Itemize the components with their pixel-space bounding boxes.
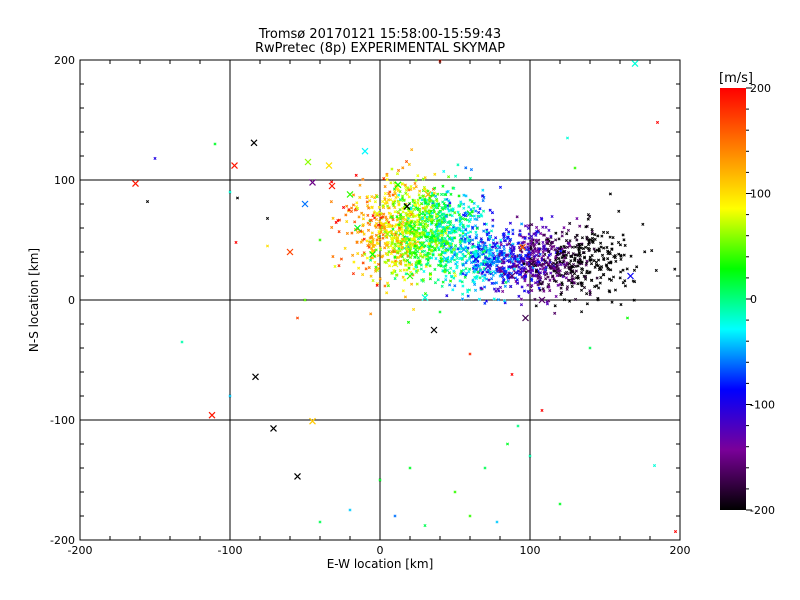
- y-axis-label: N-S location [km]: [27, 248, 41, 352]
- colorbar-tick-label: 100: [750, 188, 771, 201]
- y-tick-label: -100: [50, 414, 75, 427]
- y-tick-label: 0: [68, 294, 75, 307]
- colorbar-label: [m/s]: [719, 71, 753, 86]
- colorbar-ticks: -200 -100 0 100 200: [746, 82, 775, 517]
- x-tick-label: 100: [520, 544, 541, 557]
- y-tick-label: 100: [54, 174, 75, 187]
- y-tick-label: -200: [50, 534, 75, 547]
- chart-title: Tromsø 20170121 15:58:00-15:59:43: [258, 27, 501, 42]
- colorbar-tick-label: 0: [750, 293, 757, 306]
- plot-area: -200 -100 0 100 200 -200-1000100200: [50, 54, 690, 557]
- x-axis-label: E-W location [km]: [327, 557, 434, 571]
- skymap-chart: Tromsø 20170121 15:58:00-15:59:43 RwPret…: [27, 27, 775, 571]
- colorbar-tick-label: 200: [750, 82, 771, 95]
- x-tick-label: 200: [670, 544, 691, 557]
- colorbar-tick-label: -200: [750, 504, 775, 517]
- x-tick-label: 0: [377, 544, 384, 557]
- x-tick-label: -100: [218, 544, 243, 557]
- colorbar-gradient: [720, 88, 746, 510]
- colorbar: -200 -100 0 100 200 [m/s]: [719, 71, 775, 517]
- chart-subtitle: RwPretec (8p) EXPERIMENTAL SKYMAP: [255, 41, 505, 56]
- y-tick-label: 200: [54, 54, 75, 67]
- colorbar-tick-label: -100: [750, 399, 775, 412]
